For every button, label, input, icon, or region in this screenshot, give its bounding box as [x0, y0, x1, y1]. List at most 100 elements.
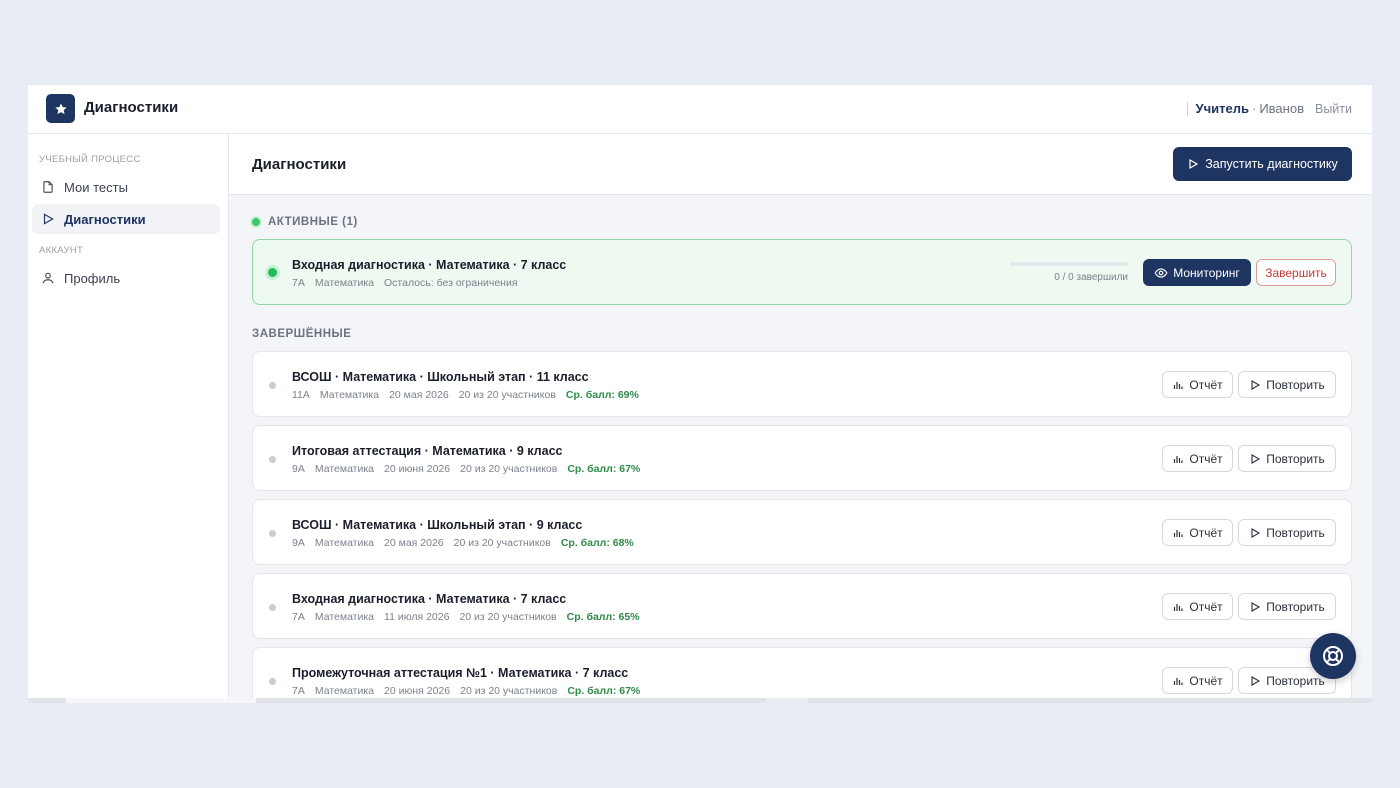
launch-diagnostic-button[interactable]: Запустить диагностику: [1173, 147, 1352, 181]
card-meta: 7А Математика 20 июня 2026 20 из 20 учас…: [292, 685, 650, 697]
active-section-title: АКТИВНЫЕ (1): [268, 216, 358, 228]
report-button[interactable]: Отчёт: [1162, 667, 1233, 694]
completed-status-dot: [269, 382, 276, 389]
sidebar-item-label: Диагностики: [64, 211, 146, 227]
meta-date: 11 июля 2026: [384, 611, 450, 623]
top-bar: Диагностики Учитель · Иванов Выйти: [28, 85, 1372, 134]
monitoring-button[interactable]: Мониторинг: [1143, 259, 1251, 286]
card-title: Входная диагностика · Математика · 7 кла…: [292, 592, 567, 606]
user-icon: [42, 272, 54, 284]
report-button[interactable]: Отчёт: [1162, 519, 1233, 546]
card-title: Итоговая аттестация · Математика · 9 кла…: [292, 444, 563, 458]
meta-date: 20 июня 2026: [384, 463, 451, 475]
repeat-button[interactable]: Повторить: [1238, 445, 1336, 472]
report-label: Отчёт: [1189, 673, 1223, 688]
play-icon: [1189, 158, 1199, 170]
monitoring-label: Мониторинг: [1173, 265, 1240, 280]
user-name: Иванов: [1259, 101, 1304, 116]
play-icon: [43, 213, 54, 225]
meta-date: 20 мая 2026: [389, 389, 449, 401]
meta-participants: 20 из 20 участников: [460, 685, 558, 697]
meta-subject: Математика: [319, 389, 380, 401]
meta-participants: 20 из 20 участников: [459, 611, 557, 623]
meta-average-score: Ср. балл: 65%: [566, 611, 640, 623]
report-button[interactable]: Отчёт: [1162, 445, 1233, 472]
meta-subject: Математика: [314, 277, 375, 289]
meta-class: 7А: [292, 685, 305, 697]
completed-diagnostic-card[interactable]: Входная диагностика · Математика · 7 кла…: [252, 573, 1352, 639]
sidebar-section-learning: Учебный процесс: [39, 154, 141, 165]
meta-class: 11А: [292, 389, 310, 401]
card-meta: 7А Математика Осталось: без ограничения: [292, 277, 528, 289]
completed-status-dot: [269, 530, 276, 537]
meta-subject: Математика: [314, 463, 375, 475]
play-icon: [1251, 601, 1261, 612]
sidebar-item-profile[interactable]: Профиль: [32, 263, 220, 293]
card-meta: 7А Математика 11 июля 2026 20 из 20 учас…: [292, 611, 650, 623]
meta-average-score: Ср. балл: 67%: [567, 685, 641, 697]
meta-date: 20 мая 2026: [384, 537, 444, 549]
repeat-label: Повторить: [1266, 673, 1325, 688]
user-area: Учитель · Иванов Выйти: [1186, 101, 1352, 116]
scrollbar-thumb[interactable]: [66, 698, 256, 703]
sidebar-item-label: Мои тесты: [64, 179, 128, 195]
completed-status-dot: [269, 604, 276, 611]
repeat-button[interactable]: Повторить: [1238, 371, 1336, 398]
meta-average-score: Ср. балл: 68%: [560, 537, 634, 549]
bar-chart-icon: [1174, 529, 1183, 537]
meta-class: 7А: [292, 611, 305, 623]
meta-subject: Математика: [314, 611, 375, 623]
report-button[interactable]: Отчёт: [1162, 593, 1233, 620]
scrollbar-thumb-secondary[interactable]: [766, 698, 808, 703]
report-label: Отчёт: [1189, 451, 1223, 466]
sidebar-item-my-tests[interactable]: Мои тесты: [32, 172, 220, 202]
finish-label: Завершить: [1265, 265, 1327, 280]
repeat-button[interactable]: Повторить: [1238, 593, 1336, 620]
repeat-label: Повторить: [1266, 599, 1325, 614]
active-status-dot: [252, 218, 260, 226]
horizontal-scrollbar[interactable]: [28, 698, 1372, 703]
completed-diagnostic-card[interactable]: ВСОШ · Математика · Школьный этап · 11 к…: [252, 351, 1352, 417]
meta-class: 9А: [292, 537, 305, 549]
repeat-label: Повторить: [1266, 525, 1325, 540]
sidebar: Учебный процесс Мои тесты Диагностики Ак…: [28, 134, 229, 703]
completed-status-dot: [269, 678, 276, 685]
sidebar-item-label: Профиль: [64, 270, 121, 286]
active-status-dot: [268, 268, 277, 277]
page-title: Диагностики: [252, 156, 347, 173]
bar-chart-icon: [1174, 455, 1183, 463]
completed-diagnostic-card[interactable]: ВСОШ · Математика · Школьный этап · 9 кл…: [252, 499, 1352, 565]
progress-text: 0 / 0 завершили: [1054, 272, 1128, 283]
report-label: Отчёт: [1189, 377, 1223, 392]
app-window: Диагностики Учитель · Иванов Выйти Учебн…: [28, 85, 1372, 703]
active-section-label: АКТИВНЫЕ (1): [252, 216, 358, 228]
meta-class: 9А: [292, 463, 305, 475]
play-icon: [1251, 527, 1261, 538]
star-logo-icon[interactable]: [46, 94, 75, 123]
card-meta: 9А Математика 20 мая 2026 20 из 20 участ…: [292, 537, 644, 549]
lifebuoy-icon: [1323, 646, 1343, 666]
bar-chart-icon: [1174, 603, 1183, 611]
completed-section-label: ЗАВЕРШЁННЫЕ: [252, 328, 352, 340]
play-icon: [1251, 453, 1261, 464]
meta-subject: Математика: [314, 685, 375, 697]
help-lifebuoy-button[interactable]: [1310, 633, 1356, 679]
card-meta: 9А Математика 20 июня 2026 20 из 20 учас…: [292, 463, 650, 475]
bar-chart-icon: [1174, 381, 1183, 389]
report-button[interactable]: Отчёт: [1162, 371, 1233, 398]
completed-diagnostic-card[interactable]: Итоговая аттестация · Математика · 9 кла…: [252, 425, 1352, 491]
card-title: ВСОШ · Математика · Школьный этап · 9 кл…: [292, 518, 583, 532]
active-diagnostic-card[interactable]: Входная диагностика · Математика · 7 кла…: [252, 239, 1352, 305]
user-separator: ·: [1251, 101, 1257, 116]
user-divider: [1186, 101, 1188, 116]
completed-diagnostic-card[interactable]: Промежуточная аттестация №1 · Математика…: [252, 647, 1352, 703]
meta-participants: 20 из 20 участников: [460, 463, 558, 475]
app-title: Диагностики: [84, 99, 179, 116]
sidebar-item-diagnostics[interactable]: Диагностики: [32, 204, 220, 234]
repeat-button[interactable]: Повторить: [1238, 519, 1336, 546]
play-icon: [1251, 379, 1261, 390]
logout-link[interactable]: Выйти: [1315, 102, 1352, 116]
report-label: Отчёт: [1189, 599, 1223, 614]
meta-average-score: Ср. балл: 69%: [565, 389, 639, 401]
finish-button[interactable]: Завершить: [1256, 259, 1336, 286]
